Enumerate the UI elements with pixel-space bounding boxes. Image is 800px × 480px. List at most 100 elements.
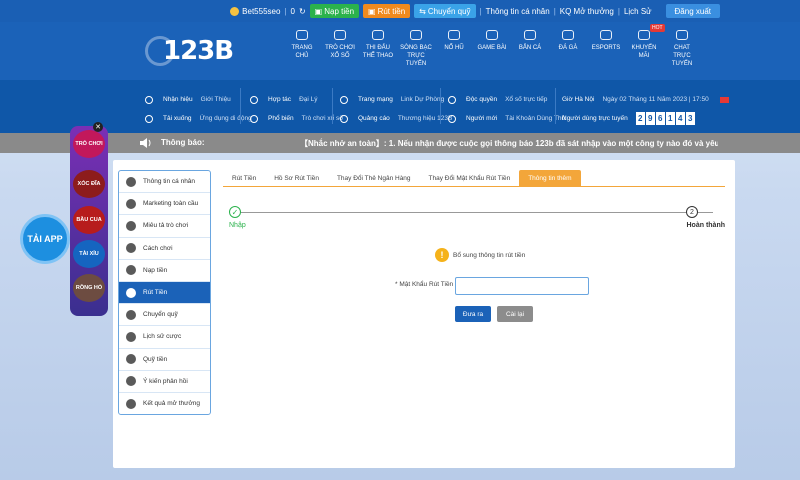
ticker-message[interactable]: 【Nhắc nhở an toàn】: 1. Nếu nhận được cuộ… — [300, 138, 718, 149]
subnav-link[interactable]: Giới Thiệu — [201, 90, 231, 109]
subnav-link[interactable]: Thương hiệu 123B — [398, 109, 453, 128]
subnav-link[interactable]: Nhận hiệu — [163, 90, 193, 109]
sidebar-item-1[interactable]: Marketing toàn cầu — [119, 193, 210, 216]
subnav-col-partner: Hợp tác Đại Lý Phổ biến Trò chơi xổ số — [250, 90, 343, 128]
online-digit: 9 — [645, 112, 655, 125]
subnav-col-web: Trang mạng Link Dự Phòng Quảng cáo Thương … — [340, 90, 452, 128]
sidebar-item-3[interactable]: Cách chơi — [119, 238, 210, 260]
subnav-link[interactable]: Phổ biến — [268, 109, 294, 128]
site-logo[interactable]: 123B — [145, 34, 275, 68]
tab-4[interactable]: Thông tin thêm — [519, 170, 581, 186]
nav-item-5[interactable]: GAME BÀI — [475, 28, 509, 68]
notice-text: Bổ sung thông tin rút tiền — [453, 251, 526, 259]
divider: | — [284, 6, 287, 16]
withdraw-password-input[interactable] — [455, 277, 589, 295]
divider: | — [553, 6, 556, 16]
tab-0[interactable]: Rút Tiền — [223, 170, 265, 186]
nav-item-label: TRANG CHỦ — [291, 45, 313, 59]
game-tile-xoc-dia[interactable]: XÓC ĐĨA — [73, 170, 105, 198]
subnav-link[interactable]: Hợp tác — [268, 90, 291, 109]
game-tile-rong-ho[interactable]: RỒNG HỔ — [73, 274, 105, 302]
online-digit: 3 — [685, 112, 695, 125]
speaker-icon — [140, 138, 151, 148]
divider: | — [617, 6, 620, 16]
nav-item-0[interactable]: TRANG CHỦ — [285, 28, 319, 68]
subnav-link[interactable]: Tài Khoản Dùng Thử — [505, 109, 566, 128]
subnav-link[interactable]: Người mới — [466, 109, 497, 128]
bank-icon — [126, 287, 136, 298]
nav-item-2[interactable]: THI ĐẤU THỂ THAO — [361, 28, 395, 68]
refresh-icon[interactable]: ↻ — [299, 7, 306, 16]
subnav-link[interactable]: Xổ số trực tiếp — [505, 90, 547, 109]
floating-games-panel: TRÒ CHƠI XÓC ĐĨA BẦU CUA TÀI XỈU RỒNG HỔ — [70, 126, 108, 316]
info-icon — [126, 243, 136, 254]
reset-button[interactable]: Cài lại — [497, 306, 533, 322]
nav-item-label: SÒNG BẠC TRỰC TUYẾN — [400, 45, 432, 67]
nav-item-8[interactable]: ESPORTS — [589, 28, 623, 68]
download-icon — [145, 114, 153, 123]
sidebar-item-10[interactable]: Kết quả mở thưởng — [119, 393, 210, 415]
subnav-link[interactable]: Độc quyền — [466, 90, 497, 109]
sidebar-item-8[interactable]: Quỹ tiền — [119, 349, 210, 371]
main-nav: 123B TRANG CHỦ TRÒ CHƠI XỔ SỐ THI ĐẤU THỂ … — [0, 22, 800, 80]
user-card-icon — [126, 176, 136, 187]
close-icon[interactable]: ✕ — [93, 122, 103, 132]
subnav-link[interactable]: Ứng dụng di động — [200, 109, 252, 128]
subnav-link[interactable]: Trang mạng — [358, 90, 393, 109]
game-tile-tro-choi[interactable]: TRÒ CHƠI — [73, 130, 105, 158]
tab-3[interactable]: Thay Đổi Mật Khẩu Rút Tiền — [420, 170, 520, 186]
subnav-link[interactable]: Link Dự Phòng — [401, 90, 444, 109]
logout-button[interactable]: Đăng xuất — [665, 4, 720, 18]
nav-item-10[interactable]: CHAT TRỰC TUYẾN — [665, 28, 699, 68]
sidebar-item-5[interactable]: Rút Tiền — [119, 281, 210, 305]
rooster-icon — [562, 30, 574, 40]
download-app-button[interactable]: TẢI APP — [20, 214, 70, 264]
withdraw-tabs: Rút Tiền Hồ Sơ Rút Tiền Thay Đổi Thẻ Ngân … — [223, 170, 725, 187]
cards-icon — [486, 30, 498, 40]
diamond-icon — [126, 198, 136, 209]
tab-1[interactable]: Hồ Sơ Rút Tiền — [265, 170, 328, 186]
transfer-button[interactable]: ⇆ Chuyển quỹ — [414, 4, 476, 18]
nav-item-4[interactable]: NỔ HŨ — [437, 28, 471, 68]
nav-item-3[interactable]: SÒNG BẠC TRỰC TUYẾN — [399, 28, 433, 68]
subnav-link[interactable]: Quảng cáo — [358, 109, 390, 128]
sidebar-item-0[interactable]: Thông tin cá nhân — [119, 171, 210, 194]
sidebar-item-4[interactable]: Nạp tiền — [119, 260, 210, 282]
nav-menu: TRANG CHỦ TRÒ CHƠI XỔ SỐ THI ĐẤU THỂ THAO S… — [283, 24, 701, 68]
divider — [332, 88, 333, 124]
link-results[interactable]: KQ Mở thưởng — [560, 7, 614, 16]
sidebar-item-9[interactable]: Ý kiến phản hồi — [119, 371, 210, 393]
ads-icon — [340, 114, 348, 123]
link-profile[interactable]: Thông tin cá nhân — [486, 7, 550, 16]
deposit-label: Nạp tiền — [324, 6, 355, 16]
nav-item-7[interactable]: ĐÁ GÀ — [551, 28, 585, 68]
link-history[interactable]: Lịch Sử — [624, 7, 652, 16]
withdraw-button[interactable]: ▣ Rút tiền — [363, 4, 411, 18]
sidebar-item-6[interactable]: Chuyển quỹ — [119, 304, 210, 327]
online-digit: 4 — [675, 112, 685, 125]
nav-item-label: THI ĐẤU THỂ THAO — [362, 45, 394, 59]
game-tile-bau-cua[interactable]: BẦU CUA — [73, 206, 105, 234]
notice-ticker: Thông báo: 【Nhắc nhở an toàn】: 1. Nếu nh… — [0, 133, 800, 153]
deposit-button[interactable]: ▣ Nạp tiền — [309, 4, 360, 18]
sidebar-item-2[interactable]: Miêu tả trò chơi — [119, 215, 210, 238]
nav-item-label: BẮN CÁ — [518, 45, 542, 51]
nav-item-1[interactable]: TRÒ CHƠI XỔ SỐ — [323, 28, 357, 68]
time-value: Ngày 02 Tháng 11 Năm 2023 | 17:50 — [602, 96, 709, 103]
nav-item-label: GAME BÀI — [477, 45, 507, 51]
esports-icon — [600, 30, 612, 40]
divider: | — [479, 6, 482, 16]
progress-stepper: ✓ 2 Nhập Hoàn thành — [223, 205, 725, 235]
user-info[interactable]: Bet555seo — [230, 6, 280, 16]
tab-2[interactable]: Thay Đổi Thẻ Ngân Hàng — [328, 170, 420, 186]
subnav-link[interactable]: Tải xuống — [163, 109, 192, 128]
sidebar-item-7[interactable]: Lịch sử cược — [119, 326, 210, 349]
nav-item-9[interactable]: HOT KHUYẾN MÃI — [627, 24, 665, 68]
submit-button[interactable]: Đưa ra — [455, 306, 491, 322]
step-label-end: Hoàn thành — [686, 222, 726, 229]
nav-item-6[interactable]: BẮN CÁ — [513, 28, 547, 68]
subnav-link[interactable]: Trò chơi xổ số — [302, 109, 343, 128]
game-tile-tai-xiu[interactable]: TÀI XỈU — [73, 240, 105, 268]
subnav-link[interactable]: Đại Lý — [299, 90, 317, 109]
step-number: 2 — [686, 206, 698, 218]
